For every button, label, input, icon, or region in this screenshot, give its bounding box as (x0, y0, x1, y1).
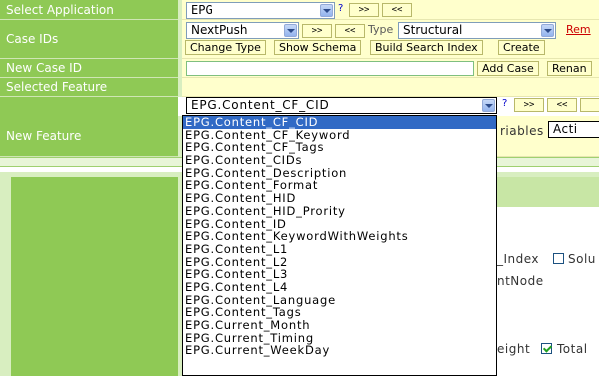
feature-dropdown-option[interactable]: EPG.Content_KeywordWithWeights (183, 230, 496, 243)
feature-dropdown-option[interactable]: EPG.Current_Month (183, 319, 496, 332)
application-help-icon[interactable]: ? (338, 3, 343, 14)
chevron-down-icon[interactable] (284, 24, 297, 37)
total-option-label: Total (557, 342, 588, 356)
case-id-select-value: NextPush (191, 23, 248, 37)
feature-select-value: EPG.Content_CF_CID (191, 98, 330, 112)
feature-dropdown-option[interactable]: EPG.Content_HID_Prority (183, 205, 496, 218)
type-label: Type (368, 23, 394, 36)
type-select-value: Structural (403, 23, 463, 37)
feature-dropdown-option[interactable]: EPG.Content_HID (183, 192, 496, 205)
add-case-button[interactable]: Add Case (477, 61, 539, 76)
weight-option-label: eight (497, 342, 531, 356)
feature-next-button[interactable]: >> (514, 98, 544, 112)
feature-more-button[interactable] (580, 98, 599, 112)
feature-dropdown-option[interactable]: EPG.Current_WeekDay (183, 344, 496, 357)
rename-button[interactable]: Renan (547, 61, 592, 76)
build-search-index-button[interactable]: Build Search Index (370, 40, 483, 55)
label-new-feature (0, 97, 178, 117)
feature-prev-button[interactable]: << (547, 98, 577, 112)
feature-dropdown-option[interactable]: EPG.Content_L1 (183, 243, 496, 256)
application-select-value: EPG (191, 3, 213, 17)
chevron-down-icon[interactable] (541, 24, 554, 37)
row-selected-feature (182, 78, 599, 97)
variables-label: riables (500, 124, 544, 138)
application-prev-button[interactable]: << (382, 3, 412, 17)
chevron-down-icon[interactable] (482, 99, 495, 112)
create-button[interactable]: Create (498, 40, 545, 55)
feature-dropdown-option[interactable]: EPG.Content_CIDs (183, 154, 496, 167)
new-case-id-input[interactable] (186, 61, 474, 76)
change-type-button[interactable]: Change Type (185, 40, 266, 55)
feature-dropdown-option[interactable]: EPG.Content_CF_CID (183, 116, 496, 129)
lower-left-panel (11, 177, 178, 376)
remove-button[interactable]: Rem (566, 23, 591, 36)
total-checkbox[interactable] (541, 343, 552, 354)
feature-dropdown-list[interactable]: EPG.Content_CF_CID EPG.Content_CF_Keyword… (182, 115, 497, 376)
solution-option-label: Solu (568, 252, 596, 266)
label-new-feature: New Feature (0, 116, 178, 157)
action-select-value: Acti (553, 122, 578, 136)
case-next-button[interactable]: >> (302, 24, 332, 38)
label-selected-feature: Selected Feature (0, 78, 178, 97)
case-prev-button[interactable]: << (335, 24, 365, 38)
action-select[interactable]: Acti (548, 121, 599, 138)
node-option-label: ntNode (497, 274, 544, 288)
application-next-button[interactable]: >> (349, 3, 379, 17)
label-case-ids: Case IDs (0, 20, 178, 59)
show-schema-button[interactable]: Show Schema (274, 40, 362, 55)
index-option-label: _Index (497, 252, 540, 266)
feature-dropdown-option[interactable]: EPG.Content_L4 (183, 281, 496, 294)
solution-checkbox[interactable] (553, 253, 564, 264)
label-new-case-id: New Case ID (0, 59, 178, 78)
chevron-down-icon[interactable] (320, 4, 333, 17)
case-id-select[interactable]: NextPush (186, 22, 299, 39)
type-select[interactable]: Structural (398, 22, 556, 39)
application-select[interactable]: EPG (186, 2, 335, 19)
feature-select[interactable]: EPG.Content_CF_CID (186, 97, 497, 114)
label-select-application: Select Application (0, 0, 178, 20)
feature-help-icon[interactable]: ? (502, 98, 507, 109)
